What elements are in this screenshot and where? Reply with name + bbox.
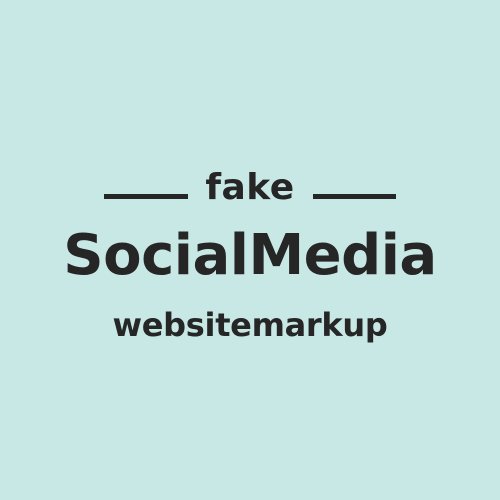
logo-top-row: fake bbox=[0, 166, 500, 210]
logo-canvas: fake SocialMedia websitemarkup bbox=[0, 0, 500, 500]
left-divider-line bbox=[104, 194, 188, 199]
logo-top-word: fake bbox=[205, 167, 295, 208]
logo-main-word: SocialMedia bbox=[63, 223, 437, 288]
right-divider-line bbox=[313, 194, 396, 199]
logo-sub-word: websitemarkup bbox=[112, 306, 388, 344]
